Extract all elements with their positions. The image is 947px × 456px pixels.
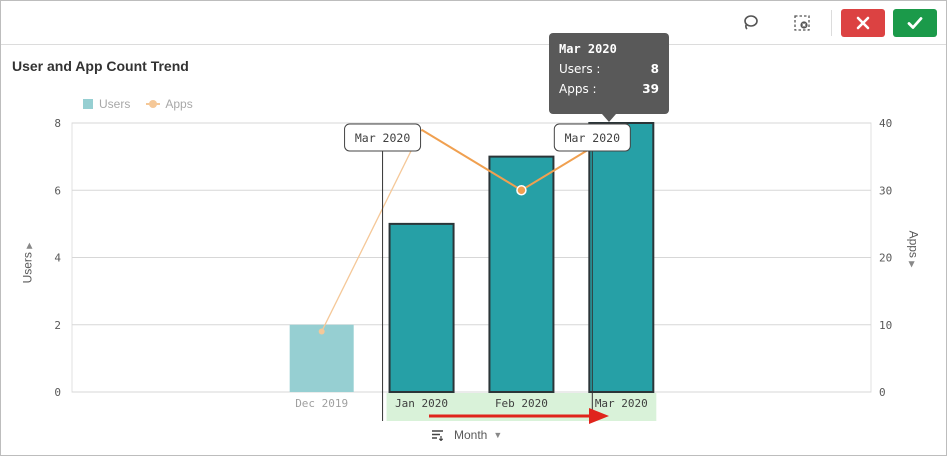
y2-axis-title-apps[interactable]: Apps ▶ (906, 231, 920, 268)
y2-tick-label: 0 (879, 386, 886, 399)
y2-tick-label: 20 (879, 252, 892, 265)
y-tick-label: 2 (54, 319, 61, 332)
bar-users[interactable] (388, 222, 455, 393)
data-tooltip: Mar 2020 Users : 8 Apps : 39 (549, 33, 669, 122)
tooltip-row-users: Users : 8 (559, 62, 659, 76)
combo-chart[interactable]: 0 2 4 6 8 0 10 20 30 40 Dec 2019 Jan 2020 Feb 2020 Ma… (1, 1, 946, 455)
tooltip-value-users: 8 (650, 62, 659, 76)
tooltip-label-users: Users : (559, 62, 601, 76)
chart-object-frame: User and App Count Trend Users Apps 0246… (0, 0, 947, 456)
axis-caret-icon: ▶ (907, 261, 917, 268)
y-axis-title-text: Users (20, 252, 35, 284)
dimension-label[interactable]: Month ▼ (431, 428, 502, 442)
y2-tick-label: 10 (879, 319, 892, 332)
x-tick-label[interactable]: Jan 2020 (395, 397, 448, 410)
point-apps[interactable] (516, 185, 527, 196)
y2-tick-label: 40 (879, 117, 892, 130)
x-tick-label[interactable]: Feb 2020 (495, 397, 548, 410)
range-bubble-end-label: Mar 2020 (565, 131, 620, 145)
x-tick-label[interactable]: Dec 2019 (295, 397, 348, 410)
bar-users[interactable] (588, 122, 655, 393)
tooltip-value-apps: 39 (642, 82, 659, 96)
y2-axis-title-text: Apps (906, 230, 921, 258)
y-tick-label: 8 (54, 117, 61, 130)
y-tick-label: 6 (54, 184, 61, 197)
y2-tick-label: 30 (879, 184, 892, 197)
bar-users[interactable] (289, 324, 354, 392)
chevron-down-icon: ▼ (493, 430, 503, 440)
y-axis-title-users[interactable]: Users ▶ (20, 243, 34, 284)
tooltip-header: Mar 2020 (559, 42, 617, 56)
y-tick-label: 4 (54, 252, 61, 265)
range-bubble-start-label: Mar 2020 (355, 131, 410, 145)
dimension-label-text: Month (454, 428, 488, 442)
sort-icon (432, 429, 444, 441)
axis-caret-icon: ▶ (24, 242, 34, 249)
point-apps[interactable] (318, 328, 325, 335)
x-tick-label[interactable]: Mar 2020 (595, 397, 648, 410)
tooltip-row-apps: Apps : 39 (559, 82, 659, 96)
y-tick-label: 0 (54, 386, 61, 399)
tooltip-label-apps: Apps : (559, 82, 597, 96)
